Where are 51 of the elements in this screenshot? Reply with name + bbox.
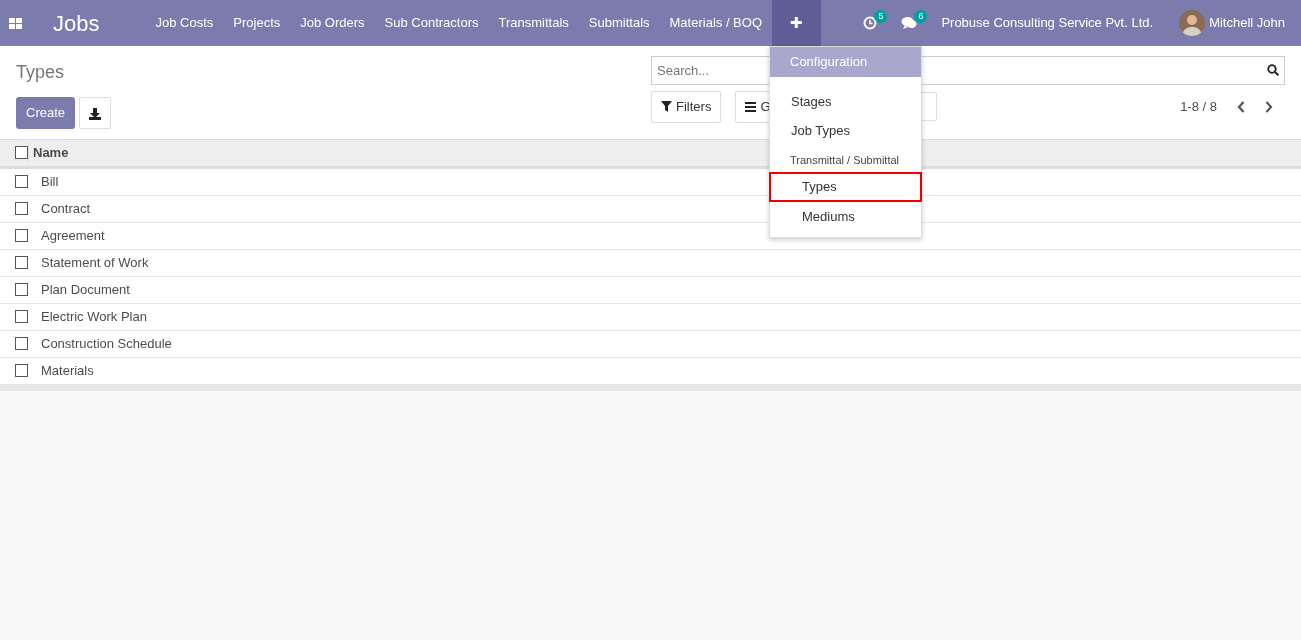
menu-section-label: Transmittal / Submittal bbox=[789, 152, 900, 168]
table-cell-text: Contract bbox=[41, 199, 91, 218]
row-checkbox[interactable] bbox=[15, 283, 28, 296]
table-cell-text: Bill bbox=[41, 172, 59, 191]
menu-item[interactable]: Transmittals bbox=[488, 0, 579, 46]
row-checkbox[interactable] bbox=[15, 175, 28, 188]
row-checkbox[interactable] bbox=[15, 256, 28, 269]
menu-item[interactable]: Submittals bbox=[578, 0, 660, 46]
menu-item[interactable]: ✚ bbox=[772, 0, 821, 46]
app-title: Jobs bbox=[53, 9, 100, 38]
menu-item[interactable]: Sub Contractors bbox=[374, 0, 489, 46]
chat-icon[interactable] bbox=[901, 16, 918, 30]
row-checkbox[interactable] bbox=[15, 202, 28, 215]
page-title: Types bbox=[16, 61, 66, 84]
table-cell-text: Electric Work Plan bbox=[41, 307, 147, 326]
menu-item[interactable]: Job Types bbox=[769, 116, 922, 146]
select-all-checkbox[interactable] bbox=[15, 146, 28, 159]
table-cell-text: Statement of Work bbox=[41, 253, 149, 272]
previous-icon[interactable] bbox=[1237, 100, 1245, 113]
column-header[interactable]: Name bbox=[28, 142, 69, 163]
row-checkbox[interactable] bbox=[15, 364, 28, 377]
next-icon[interactable] bbox=[1265, 100, 1273, 113]
table-cell-text: Construction Schedule bbox=[41, 334, 172, 353]
download-icon bbox=[89, 107, 102, 120]
filter-icon bbox=[661, 101, 672, 113]
menu-item[interactable]: Job Orders bbox=[290, 0, 375, 46]
pager-text: 1-8 / 8 bbox=[1180, 98, 1217, 116]
table-cell-text: Plan Document bbox=[41, 280, 130, 299]
avatar-icon bbox=[1179, 10, 1206, 36]
download-button[interactable] bbox=[79, 97, 112, 129]
menu-header[interactable]: Configuration bbox=[770, 47, 921, 77]
count-badge: 6 bbox=[914, 10, 928, 23]
row-checkbox[interactable] bbox=[15, 337, 28, 350]
menu-item[interactable]: Mediums bbox=[769, 201, 922, 231]
count-badge: 5 bbox=[874, 10, 888, 23]
company-name[interactable]: Probuse Consulting Service Pvt. Ltd. bbox=[941, 13, 1154, 33]
row-checkbox[interactable] bbox=[15, 229, 28, 242]
menu-item[interactable]: Stages bbox=[769, 86, 922, 116]
create-button[interactable]: Create bbox=[16, 97, 76, 129]
menu-item[interactable]: Job Costs bbox=[145, 0, 224, 46]
table-cell-text: Agreement bbox=[41, 226, 105, 245]
table-cell-text: Materials bbox=[41, 361, 94, 380]
filters-button[interactable]: Filters bbox=[651, 91, 722, 123]
search-icon[interactable] bbox=[1267, 64, 1279, 76]
list-icon bbox=[745, 101, 757, 112]
menu-item[interactable]: Projects bbox=[223, 0, 291, 46]
menu-item[interactable]: Types bbox=[769, 172, 922, 202]
user-name[interactable]: Mitchell John bbox=[1209, 13, 1285, 33]
clock-icon[interactable] bbox=[863, 16, 878, 30]
row-checkbox[interactable] bbox=[15, 310, 28, 323]
menu-item[interactable]: Materials / BOQ bbox=[659, 0, 772, 46]
